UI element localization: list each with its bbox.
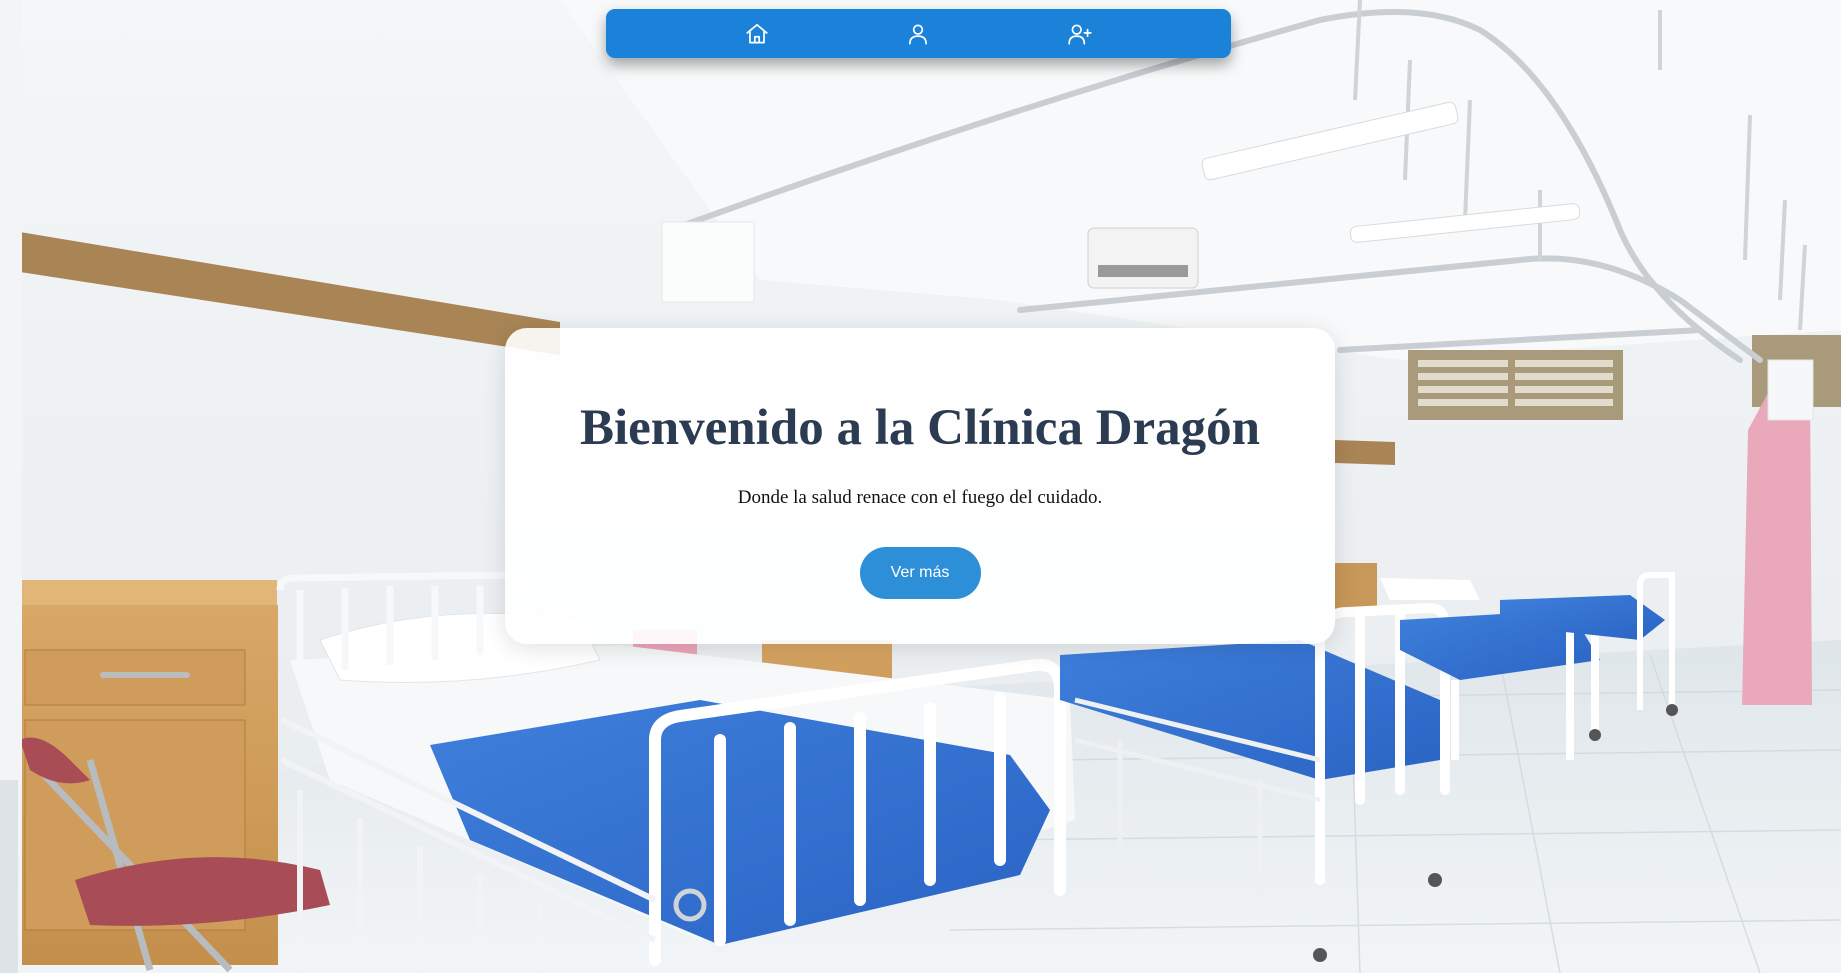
home-icon (746, 23, 768, 44)
see-more-button[interactable]: Ver más (859, 547, 981, 600)
welcome-subtitle: Donde la salud renace con el fuego del c… (737, 487, 1103, 509)
welcome-card: Bienvenido a la Clínica Dragón Donde la … (505, 328, 1335, 644)
nav-home-button[interactable] (737, 14, 777, 54)
nav-profile-button[interactable] (898, 14, 938, 54)
page: Bienvenido a la Clínica Dragón Donde la … (0, 0, 1841, 973)
top-navbar (606, 9, 1231, 58)
user-plus-icon (1068, 23, 1092, 45)
user-icon (909, 23, 928, 45)
welcome-title: Bienvenido a la Clínica Dragón (579, 400, 1261, 456)
nav-register-button[interactable] (1060, 14, 1100, 54)
